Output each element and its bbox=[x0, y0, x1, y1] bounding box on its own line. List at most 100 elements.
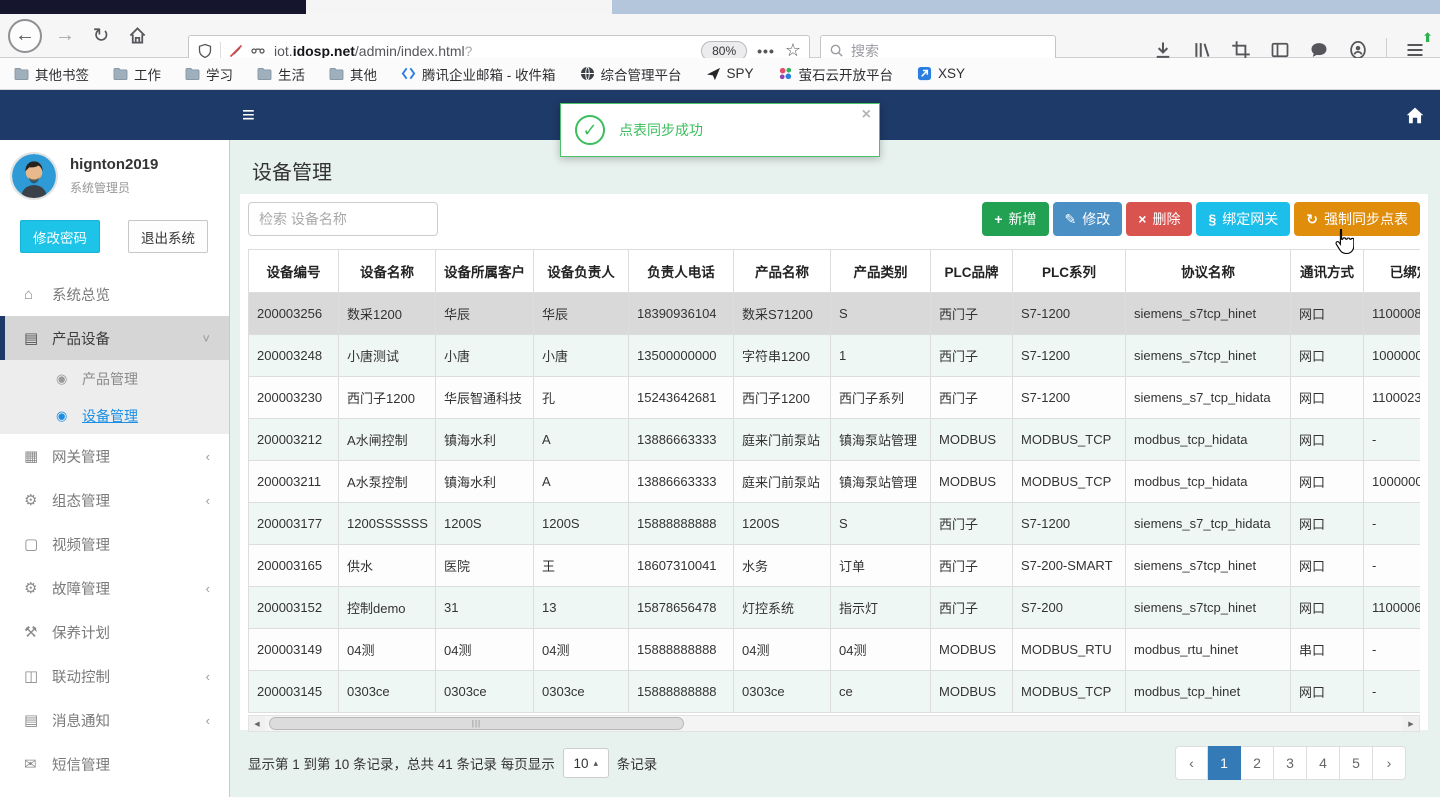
table-cell: 西门子系列 bbox=[830, 376, 931, 419]
forward-button[interactable]: → bbox=[50, 21, 80, 51]
column-header[interactable]: 设备名称 bbox=[338, 249, 436, 293]
sidebar-item[interactable]: ▢ 视频管理 bbox=[0, 522, 229, 566]
back-button[interactable]: ← bbox=[8, 18, 42, 53]
table-cell: 31 bbox=[435, 586, 534, 629]
device-panel: + 新增 ✎ 修改 × 删除 § 绑定网关 ↻ 强制同步点表 设备编号设备名称设备所属客户设备负责… bbox=[240, 194, 1428, 780]
pencil-action-button[interactable]: ✎ 修改 bbox=[1052, 202, 1123, 236]
table-row[interactable]: 200003211 A水泵控制 镇海水利 A 13886663333 庭来门前泵站 镇海泵站… bbox=[248, 460, 1420, 503]
horizontal-scrollbar[interactable]: ◀ ||| ▶ bbox=[248, 715, 1420, 732]
sidebar-item-label: 故障管理 bbox=[52, 581, 110, 598]
column-header[interactable]: 负责人电话 bbox=[628, 249, 734, 293]
toast-close-icon[interactable]: × bbox=[862, 106, 871, 124]
bookmark-item[interactable]: 学习 bbox=[185, 64, 233, 84]
scrollbar-track[interactable]: ||| bbox=[265, 716, 1403, 731]
page-title: 设备管理 bbox=[252, 162, 332, 184]
table-row[interactable]: 200003248 小唐测试 小唐 小唐 13500000000 字符串1200 1 西门子 S… bbox=[248, 334, 1420, 377]
scroll-right-arrow-icon[interactable]: ▶ bbox=[1403, 716, 1419, 731]
bookmark-item[interactable]: 其他书签 bbox=[14, 64, 89, 84]
sidebar-subitem[interactable]: ◉ 设备管理 bbox=[0, 397, 229, 434]
table-cell: A bbox=[533, 418, 629, 461]
bookmark-item[interactable]: 综合管理平台 bbox=[580, 64, 682, 84]
app-home-icon[interactable] bbox=[1404, 104, 1426, 126]
table-row[interactable]: 200003165 供水 医院王 18607310041 水务 订单 西门子 S7-200-S… bbox=[248, 544, 1420, 587]
column-header[interactable]: 产品类别 bbox=[830, 249, 931, 293]
column-header[interactable]: 协议名称 bbox=[1125, 249, 1291, 293]
table-cell: 200003165 bbox=[248, 544, 339, 587]
bookmark-item[interactable]: SPY bbox=[706, 66, 754, 81]
avatar bbox=[10, 152, 58, 200]
page-button[interactable]: 5 bbox=[1340, 746, 1373, 780]
blocked-plugin-icon[interactable] bbox=[228, 43, 244, 59]
sidebar-item-label: 视频管理 bbox=[52, 537, 110, 554]
link-action-button[interactable]: § 绑定网关 bbox=[1196, 202, 1291, 236]
table-cell: 华辰 bbox=[435, 292, 534, 335]
shield-icon[interactable] bbox=[197, 43, 213, 59]
column-header[interactable]: 产品名称 bbox=[733, 249, 831, 293]
sidebar-item[interactable]: ✉ 短信管理 bbox=[0, 742, 229, 786]
x-action-button[interactable]: × 删除 bbox=[1126, 202, 1193, 236]
table-row[interactable]: 200003212 A水闸控制 镇海水利 A 13886663333 庭来门前泵站 镇海泵站… bbox=[248, 418, 1420, 461]
page-button[interactable]: 4 bbox=[1307, 746, 1340, 780]
table-row[interactable]: 200003230 西门子1200 华辰智通科技孔 15243642681 西门子120… bbox=[248, 376, 1420, 419]
sidebar-subitem[interactable]: ◉ 产品管理 bbox=[0, 360, 229, 397]
bookmark-label: 萤石云开放平台 bbox=[798, 67, 894, 83]
column-header[interactable]: 已绑定网关 bbox=[1363, 249, 1420, 293]
sidebar-item[interactable]: ⌂ 系统总览 bbox=[0, 272, 229, 316]
folder-icon bbox=[257, 67, 272, 80]
table-cell: 200003177 bbox=[248, 502, 339, 545]
scroll-left-arrow-icon[interactable]: ◀ bbox=[249, 716, 265, 731]
reload-button[interactable]: ↻ bbox=[86, 21, 116, 51]
change-password-button[interactable]: 修改密码 bbox=[20, 220, 100, 253]
page-button[interactable]: 3 bbox=[1274, 746, 1307, 780]
sidebar-item[interactable]: ⚙ 故障管理 ‹ bbox=[0, 566, 229, 610]
sidebar-item[interactable]: ▦ 网关管理 ‹ bbox=[0, 434, 229, 478]
table-cell: 1100008 bbox=[1363, 292, 1420, 335]
sidebar-item[interactable]: ⚙ 组态管理 ‹ bbox=[0, 478, 229, 522]
bookmark-item[interactable]: XSY bbox=[917, 66, 965, 81]
page-size-select[interactable]: 10 ▴ bbox=[562, 748, 609, 778]
sidebar-item[interactable]: ▤ 产品设备 ˅ bbox=[0, 316, 229, 360]
bookmark-item[interactable]: 腾讯企业邮箱 - 收件箱 bbox=[401, 64, 556, 84]
column-header[interactable]: 设备所属客户 bbox=[435, 249, 534, 293]
column-header[interactable]: 设备负责人 bbox=[533, 249, 629, 293]
search-icon bbox=[829, 43, 844, 58]
page-actions-icon[interactable]: ••• bbox=[757, 43, 775, 59]
sidebar-item[interactable]: ◫ 联动控制 ‹ bbox=[0, 654, 229, 698]
next-page-button[interactable]: › bbox=[1373, 746, 1406, 780]
table-header-row: 设备编号 设备名称 设备所属客户 设备负责人 负责人电话 产品名称 产品类别 PLC品牌 PLC… bbox=[248, 249, 1420, 293]
browser-active-tab[interactable] bbox=[306, 0, 612, 14]
chevron-icon: ‹ bbox=[205, 580, 210, 596]
sitemap-icon: ◫ bbox=[24, 668, 39, 685]
bookmark-item[interactable]: 工作 bbox=[113, 64, 161, 84]
logout-button[interactable]: 退出系统 bbox=[128, 220, 208, 253]
refresh-action-button[interactable]: ↻ 强制同步点表 bbox=[1294, 202, 1420, 236]
column-header[interactable]: PLC品牌 bbox=[930, 249, 1013, 293]
table-row[interactable]: 200003152 控制demo 31 13 15878656478 灯控系统 指示灯 西门子… bbox=[248, 586, 1420, 629]
permissions-icon[interactable] bbox=[250, 43, 266, 59]
column-header[interactable]: 设备编号 bbox=[248, 249, 339, 293]
table-row[interactable]: 200003145 0303ce 0303ce 0303ce 15888888888 03… bbox=[248, 670, 1420, 713]
sidebar-toggle-icon[interactable]: ≡ bbox=[242, 101, 255, 129]
sidebar-item-label: 短信管理 bbox=[52, 757, 110, 774]
sidebar-item-label: 消息通知 bbox=[52, 713, 110, 730]
bookmark-item[interactable]: 萤石云开放平台 bbox=[778, 64, 894, 84]
page-button[interactable]: 2 bbox=[1241, 746, 1274, 780]
sidebar-item[interactable]: ▤ 消息通知 ‹ bbox=[0, 698, 229, 742]
browser-home-button[interactable] bbox=[122, 21, 152, 51]
bookmark-item[interactable]: 其他 bbox=[329, 64, 377, 84]
sidebar-item[interactable]: ▥客户管理 bbox=[0, 786, 229, 797]
table-cell: 网口 bbox=[1290, 586, 1364, 629]
scrollbar-thumb[interactable]: ||| bbox=[269, 717, 684, 730]
page-button[interactable]: 1 bbox=[1208, 746, 1241, 780]
bookmark-item[interactable]: 生活 bbox=[257, 64, 305, 84]
prev-page-button[interactable]: ‹ bbox=[1175, 746, 1208, 780]
table-row[interactable]: 200003256 数采1200 华辰 华辰 18390936104 数采S71200 S 西… bbox=[248, 292, 1420, 335]
column-header[interactable]: PLC系列 bbox=[1012, 249, 1126, 293]
table-row[interactable]: 200003149 04测 04测 04测 15888888888 04测 04测 MODBU… bbox=[248, 628, 1420, 671]
device-search-input[interactable] bbox=[248, 202, 438, 236]
table-cell: S7-200 bbox=[1012, 586, 1126, 629]
sidebar-item[interactable]: ⚒ 保养计划 bbox=[0, 610, 229, 654]
table-row[interactable]: 200003177 1200SSSSSS 1200S 1200S 15888888888… bbox=[248, 502, 1420, 545]
plus-action-button[interactable]: + 新增 bbox=[982, 202, 1049, 236]
column-header[interactable]: 通讯方式 bbox=[1290, 249, 1364, 293]
